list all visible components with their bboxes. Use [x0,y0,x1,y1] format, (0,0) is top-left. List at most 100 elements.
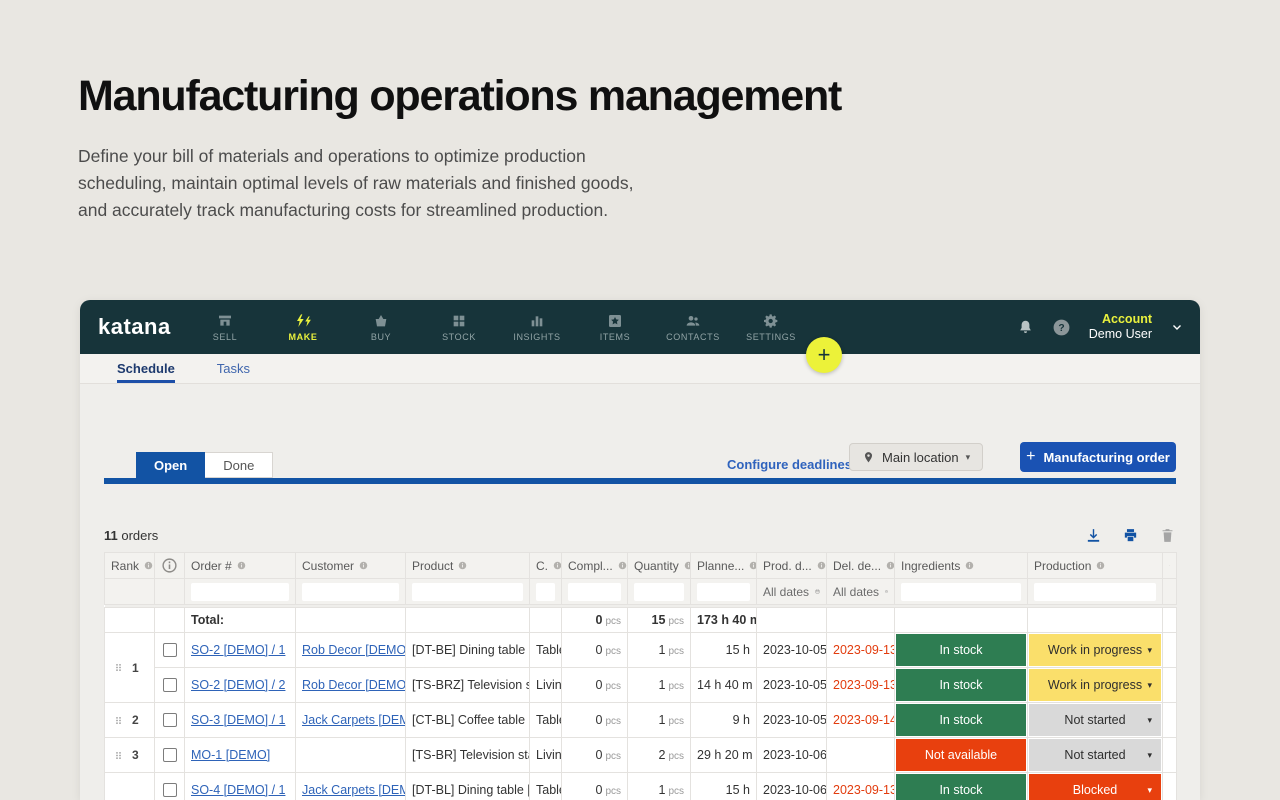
checkbox-cell [154,737,185,773]
customer-link[interactable]: Jack Carpets [DEMO] ( [302,713,405,727]
category-cell: Table [529,702,562,738]
column-header-menu[interactable] [1162,552,1177,579]
checkbox-cell [154,632,185,668]
column-header-quantity[interactable]: Quantity [627,552,691,579]
filter-input-product[interactable] [412,582,523,601]
new-manufacturing-order-button[interactable]: + Manufacturing order [1020,442,1176,472]
bolts-icon [295,313,311,329]
nav-item-stock[interactable]: STOCK [420,300,498,354]
order-link[interactable]: MO-1 [DEMO] [191,748,270,762]
production-status-dropdown[interactable]: Work in progress ▾ [1029,634,1161,666]
column-header-c[interactable]: C. [529,552,562,579]
tab-done[interactable]: Done [205,452,274,478]
filter-input-ingredients[interactable] [901,582,1021,601]
filter-input-order[interactable] [191,582,289,601]
nav-item-label: BUY [370,331,392,342]
configure-deadlines-link[interactable]: Configure deadlines [727,457,852,472]
ingredients-cell: In stock [894,702,1028,738]
row-checkbox[interactable] [162,678,177,692]
rank-cell: 3 [104,737,155,773]
ingredients-status-badge: In stock [896,634,1026,666]
filter-date-prod[interactable]: All dates [763,585,820,599]
nav-item-contacts[interactable]: CONTACTS [654,300,732,354]
calendar-icon[interactable] [885,585,888,598]
calendar-icon[interactable] [815,585,820,598]
drag-handle-icon[interactable] [114,713,123,728]
column-header-production[interactable]: Production [1027,552,1163,579]
caret-down-icon: ▾ [1147,679,1152,690]
filter-cell-del: All dates [826,578,895,605]
column-header-planned[interactable]: Planne... [690,552,757,579]
download-icon[interactable] [1085,527,1102,544]
column-header-compl[interactable]: Compl... [561,552,628,579]
customer-link[interactable]: Rob Decor [DEMO] (S [302,643,405,657]
table-header-row: Rank Order # Customer Product C. Compl... Quan… [104,552,1177,579]
column-header-order[interactable]: Order # [184,552,296,579]
nav-item-insights[interactable]: INSIGHTS [498,300,576,354]
column-header-customer[interactable]: Customer [295,552,406,579]
notifications-bell-icon[interactable] [1017,319,1034,336]
filter-input-production[interactable] [1034,582,1156,601]
page-subtitle: Define your bill of materials and operat… [78,146,634,220]
order-link[interactable]: SO-2 [DEMO] / 1 [191,643,285,657]
column-header-ingredients[interactable]: Ingredients [894,552,1028,579]
row-checkbox[interactable] [162,748,177,762]
gear-icon [763,313,779,329]
circle-info-icon [161,554,178,578]
production-status-dropdown[interactable]: Not started ▾ [1029,704,1161,736]
row-checkbox[interactable] [162,643,177,657]
print-icon[interactable] [1122,527,1139,544]
drag-handle-icon[interactable] [114,748,123,763]
drag-handle-icon[interactable] [114,660,123,675]
filter-input-quantity[interactable] [634,582,684,601]
nav-item-items[interactable]: ITEMS [576,300,654,354]
column-header-content: Quantity [634,559,690,573]
location-label: Main location [882,449,959,465]
column-header-content: Rank [111,559,153,573]
quick-add-button[interactable]: + [806,337,842,373]
filter-input-planned[interactable] [697,582,750,601]
filter-date-del[interactable]: All dates [833,585,888,599]
nav-item-settings[interactable]: SETTINGS [732,300,810,354]
account-menu[interactable]: Account Demo User [1089,312,1152,342]
tab-open[interactable]: Open [136,452,206,478]
tab-tasks[interactable]: Tasks [217,361,250,383]
column-header-del[interactable]: Del. de... [826,552,895,579]
info-dot-icon [553,561,561,570]
production-status-dropdown[interactable]: Work in progress ▾ [1029,669,1161,701]
filter-input-c[interactable] [536,582,555,601]
caret-down-icon: ▾ [1147,784,1152,795]
production-status-dropdown[interactable]: Blocked ▾ [1029,774,1161,800]
row-checkbox[interactable] [162,783,177,797]
filter-input-customer[interactable] [302,582,399,601]
production-deadline-cell: 2023-10-05 [756,632,827,668]
column-header-check[interactable] [154,552,185,579]
tab-schedule[interactable]: Schedule [117,361,175,383]
order-link[interactable]: SO-4 [DEMO] / 1 [191,783,285,797]
nav-item-sell[interactable]: SELL [186,300,264,354]
order-link[interactable]: SO-2 [DEMO] / 2 [191,678,285,692]
order-row: 3 MO-1 [DEMO] [TS-BR] Television staLiving… [104,737,1177,773]
location-dropdown[interactable]: Main location ▾ [849,443,984,471]
production-status-dropdown[interactable]: Not started ▾ [1029,739,1161,771]
column-header-rank[interactable]: Rank [104,552,155,579]
column-header-prod[interactable]: Prod. d... [756,552,827,579]
filter-date-label: All dates [763,584,810,599]
katana-logo[interactable]: katana [98,314,171,340]
trash-icon[interactable] [1159,527,1176,544]
row-checkbox[interactable] [162,713,177,727]
help-icon[interactable]: ? [1052,318,1071,337]
nav-item-make[interactable]: MAKE [264,300,342,354]
column-header-product[interactable]: Product [405,552,530,579]
row-menu-cell [1162,772,1177,800]
quantity-cell: 1 pcs [627,702,691,738]
chevron-down-icon[interactable] [1170,320,1184,334]
customer-link[interactable]: Rob Decor [DEMO] (S [302,678,405,692]
planned-time-cell: 15 h [690,772,757,800]
customer-link[interactable]: Jack Carpets [DEMO] ( [302,783,405,797]
customer-cell: Rob Decor [DEMO] (S [295,632,406,668]
nav-item-buy[interactable]: BUY [342,300,420,354]
order-link[interactable]: SO-3 [DEMO] / 1 [191,713,285,727]
dots-vertical-icon[interactable] [1169,554,1170,578]
filter-input-compl[interactable] [568,582,621,601]
